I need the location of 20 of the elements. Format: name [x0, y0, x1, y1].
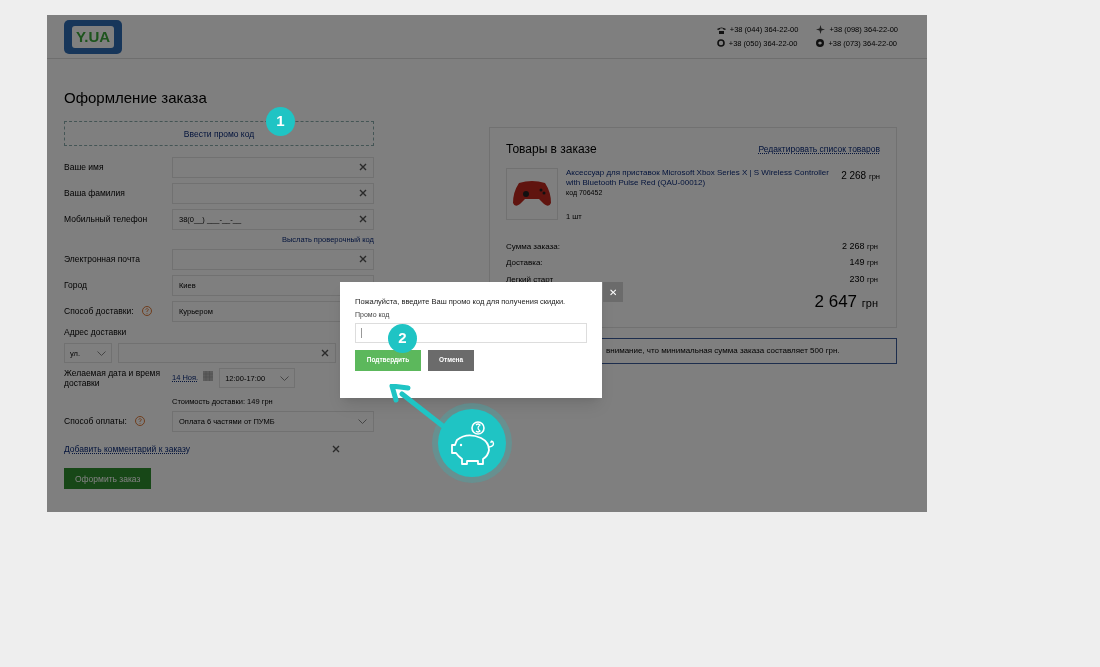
field-label: Способ оплаты: — [64, 415, 172, 428]
submit-order-button[interactable]: Оформить заказ — [64, 468, 152, 490]
field-label: Ваша фамилия — [64, 187, 126, 200]
field-label: Электронная почта — [64, 253, 141, 266]
summary-label: Легкий старт — [506, 273, 554, 286]
close-button[interactable]: ✕ — [603, 282, 623, 302]
summary-label: Доставка: — [506, 257, 543, 269]
field-label: Ваше имя — [64, 161, 105, 174]
add-comment-link[interactable]: Добавить комментарий к заказу — [64, 443, 190, 456]
order-total: 2 647 грн — [814, 291, 878, 314]
product-name-link[interactable]: Аксессуар для приставок Microsoft Xbox Series X | S Wireless Controller with Bluetooth Pulse Red (QAU-00012) — [566, 168, 831, 188]
edit-items-link[interactable]: Редактировать список товаров — [758, 142, 880, 156]
field-label: Город — [64, 279, 88, 292]
field-label: Адрес доставки — [64, 326, 128, 339]
page-title: Оформление заказа — [64, 88, 208, 108]
field-label: Способ доставки: — [64, 305, 172, 318]
field-label: Желаемая дата и время доставки — [64, 368, 162, 389]
panel-title: Товары в заказе — [506, 141, 597, 158]
summary-label: Сумма заказа: — [506, 240, 560, 253]
field-label: Мобильный телефон — [64, 213, 149, 226]
